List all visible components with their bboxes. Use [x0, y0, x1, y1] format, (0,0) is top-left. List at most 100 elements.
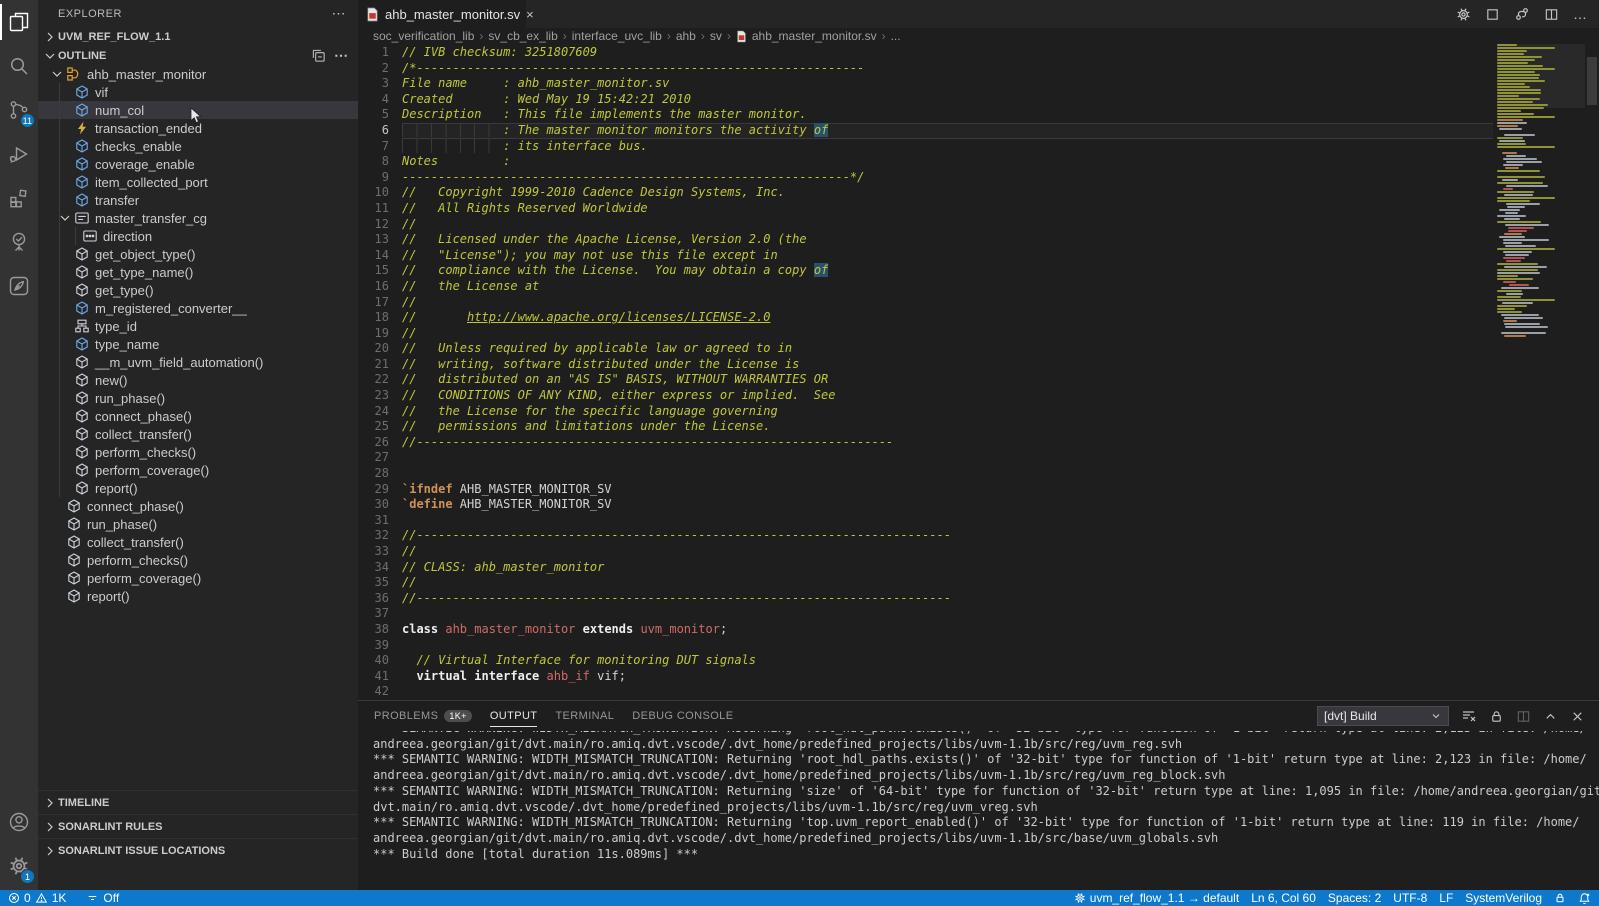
outline-item-type_name[interactable]: type_name [38, 335, 358, 353]
outline-item-coverage_enable[interactable]: coverage_enable [38, 155, 358, 173]
method-icon [74, 246, 90, 262]
outline-item-perform_coverage[interactable]: perform_coverage() [38, 461, 358, 479]
activity-account[interactable] [0, 800, 38, 844]
outline-item-get_type_name[interactable]: get_type_name() [38, 263, 358, 281]
chevron-up-icon[interactable] [1543, 709, 1558, 724]
line-content: // http://www.apache.org/licenses/LICENS… [402, 310, 1493, 326]
outline-item-collect_transfer[interactable]: collect_transfer() [38, 533, 358, 551]
gear-icon[interactable] [1456, 7, 1471, 22]
code-editor[interactable]: 1// IVB checksum: 32518076092/*---------… [358, 44, 1599, 700]
breadcrumb-item[interactable]: ahb [676, 29, 696, 43]
outline-item-checks_enable[interactable]: checks_enable [38, 137, 358, 155]
sidebar-header: EXPLORER ⋯ [38, 0, 358, 27]
section-outline[interactable]: OUTLINE ⋯ [38, 46, 358, 65]
eol-status[interactable]: LF [1433, 891, 1459, 905]
warning-count: 1K [52, 891, 67, 905]
split-editor-icon[interactable] [1544, 7, 1559, 22]
square-icon[interactable] [1485, 7, 1500, 22]
output-log[interactable]: *** SEMANTIC WARNING: WIDTH_MISMATCH_TRU… [358, 731, 1599, 890]
outline-item-perform_checks[interactable]: perform_checks() [38, 551, 358, 569]
outline-item-get_type[interactable]: get_type() [38, 281, 358, 299]
section-sonarlint-issue-locations[interactable]: SONARLINT ISSUE LOCATIONS [38, 838, 358, 862]
outline-item-type_id[interactable]: type_id [38, 317, 358, 335]
outline-item-ahb_master_monitor[interactable]: ahb_master_monitor [38, 65, 358, 83]
activity-dvt-editor[interactable] [0, 264, 38, 308]
tab-ahb-master-monitor[interactable]: ahb_master_monitor.sv × [358, 0, 526, 28]
collapse-all-icon[interactable] [311, 48, 326, 63]
clear-output-icon[interactable] [1461, 708, 1477, 724]
breadcrumb-item[interactable]: soc_verification_lib [373, 29, 474, 43]
code-token: File name : ahb_master_monitor.sv [402, 76, 669, 90]
activity-settings[interactable]: 1 [0, 844, 38, 888]
outline-item-direction[interactable]: direction [38, 227, 358, 245]
section-sonarlint-rules[interactable]: SONARLINT RULES [38, 814, 358, 838]
breadcrumb-item[interactable]: sv [710, 29, 722, 43]
section-workspace[interactable]: UVM_REF_FLOW_1.1 [38, 27, 358, 46]
outline-item-run_phase[interactable]: run_phase() [38, 389, 358, 407]
outline-item-transfer[interactable]: transfer [38, 191, 358, 209]
outline-item-connect_phase[interactable]: connect_phase() [38, 497, 358, 515]
outline-item-new[interactable]: new() [38, 371, 358, 389]
section-timeline[interactable]: TIMELINE [38, 790, 358, 814]
outline-item-__m_uvm_field_automation[interactable]: __m_uvm_field_automation() [38, 353, 358, 371]
editor-actions: … [1456, 0, 1599, 28]
license-link[interactable]: http://www.apache.org/licenses/LICENSE-2… [467, 310, 770, 324]
code-line: 30`define AHB_MASTER_MONITOR_SV [358, 497, 1599, 513]
workspace-status[interactable]: uvm_ref_flow_1.1 → default [1068, 891, 1245, 905]
activity-search[interactable] [0, 44, 38, 88]
more-actions-icon[interactable]: … [1573, 10, 1587, 18]
activity-extensions[interactable] [0, 176, 38, 220]
outline-item-item_collected_port[interactable]: item_collected_port [38, 173, 358, 191]
outline-item-label: get_object_type() [95, 247, 195, 262]
sidebar-more-icon[interactable]: ⋯ [332, 5, 347, 22]
activity-verification-tree[interactable] [0, 220, 38, 264]
chevron-down-icon[interactable] [49, 66, 65, 82]
activity-source-control[interactable]: 11 [0, 88, 38, 132]
lock-icon[interactable] [1548, 892, 1572, 904]
status-off[interactable]: Off [80, 890, 125, 906]
outline-item-num_col[interactable]: num_col [38, 101, 358, 119]
outline-item-collect_transfer[interactable]: collect_transfer() [38, 425, 358, 443]
outline-item-get_object_type[interactable]: get_object_type() [38, 245, 358, 263]
lock-icon[interactable] [1489, 709, 1504, 724]
outline-item-master_transfer_cg[interactable]: master_transfer_cg [38, 209, 358, 227]
breadcrumb-item[interactable]: sv_cb_ex_lib [488, 29, 557, 43]
outline-item-transaction_ended[interactable]: transaction_ended [38, 119, 358, 137]
tab-debug-console[interactable]: DEBUG CONSOLE [632, 701, 733, 731]
outline-item-report[interactable]: report() [38, 587, 358, 605]
editor-scrollbar[interactable] [1587, 57, 1597, 105]
graph-icon[interactable] [1514, 6, 1530, 22]
problems-status[interactable]: 0 1K [8, 890, 72, 906]
outline-item-m_registered_converter__[interactable]: m_registered_converter__ [38, 299, 358, 317]
breadcrumb-item[interactable]: ... [891, 29, 901, 43]
outline-item-connect_phase[interactable]: connect_phase() [38, 407, 358, 425]
tab-output[interactable]: OUTPUT [490, 701, 538, 731]
output-channel-select[interactable]: [dvt] Build [1317, 706, 1449, 726]
tab-problems[interactable]: PROBLEMS 1K+ [374, 701, 472, 731]
breadcrumb-item[interactable]: interface_uvc_lib [572, 29, 662, 43]
tab-terminal[interactable]: TERMINAL [555, 701, 614, 731]
activity-run-debug[interactable] [0, 132, 38, 176]
outline-item-run_phase[interactable]: run_phase() [38, 515, 358, 533]
line-content: // compliance with the License. You may … [402, 263, 1493, 279]
activity-explorer[interactable] [0, 0, 38, 44]
language-status[interactable]: SystemVerilog [1459, 891, 1548, 905]
method-icon [74, 282, 90, 298]
breadcrumb-item[interactable]: ahb_master_monitor.sv [752, 29, 877, 43]
outline-item-vif[interactable]: vif [38, 83, 358, 101]
split-panel-icon[interactable] [1516, 709, 1531, 724]
cursor-position[interactable]: Ln 6, Col 60 [1245, 891, 1322, 905]
bell-icon[interactable] [1572, 892, 1591, 905]
outline-item-perform_checks[interactable]: perform_checks() [38, 443, 358, 461]
indentation-status[interactable]: Spaces: 2 [1322, 891, 1387, 905]
encoding-status[interactable]: UTF-8 [1387, 891, 1433, 905]
outline-item-label: new() [95, 373, 128, 388]
close-icon[interactable]: × [526, 7, 534, 22]
minimap[interactable] [1497, 44, 1557, 354]
close-panel-icon[interactable] [1570, 709, 1585, 724]
outline-more-icon[interactable]: ⋯ [334, 47, 348, 64]
outline-item-report[interactable]: report() [38, 479, 358, 497]
error-count: 0 [24, 891, 31, 905]
line-number: 38 [358, 622, 402, 638]
outline-item-perform_coverage[interactable]: perform_coverage() [38, 569, 358, 587]
